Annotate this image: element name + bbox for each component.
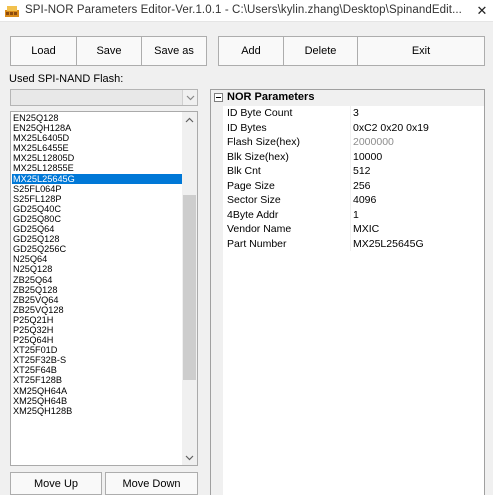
property-key: ID Bytes: [227, 121, 267, 134]
list-item[interactable]: ZB25VQ128: [12, 305, 182, 315]
list-item[interactable]: S25FL064P: [12, 184, 182, 194]
list-item[interactable]: P25Q32H: [12, 325, 182, 335]
property-key: ID Byte Count: [227, 107, 293, 119]
list-item[interactable]: XT25F64B: [12, 365, 182, 375]
exit-button[interactable]: Exit: [357, 36, 485, 66]
list-item[interactable]: XT25F01D: [12, 345, 182, 355]
scroll-down-icon[interactable]: [182, 450, 197, 465]
delete-button[interactable]: Delete: [283, 36, 358, 66]
property-key: Sector Size: [227, 194, 281, 206]
list-item[interactable]: GD25Q80C: [12, 214, 182, 224]
property-row[interactable]: ID Byte Count 3: [223, 106, 484, 121]
property-key: Blk Cnt: [227, 165, 261, 177]
flash-listbox[interactable]: EN25Q128 EN25QH128A MX25L6405D MX25L6455E MX…: [10, 111, 198, 466]
property-value[interactable]: 0xC2 0x20 0x19: [353, 122, 429, 134]
list-item[interactable]: XT25F32B-S: [12, 355, 182, 365]
property-value[interactable]: 512: [353, 165, 371, 177]
property-value[interactable]: MX25L25645G: [353, 238, 424, 250]
list-item[interactable]: GD25Q64: [12, 224, 182, 234]
property-key: Part Number: [227, 237, 287, 250]
property-row[interactable]: Blk Cnt 512: [223, 164, 484, 179]
property-row[interactable]: Page Size 256: [223, 178, 484, 193]
property-key: Flash Size(hex): [227, 136, 300, 148]
category-header[interactable]: NOR Parameters: [211, 90, 484, 106]
column-divider: [350, 178, 351, 193]
property-row[interactable]: Vendor Name MXIC: [223, 222, 484, 237]
property-row[interactable]: Flash Size(hex) 2000000: [223, 135, 484, 150]
property-row[interactable]: ID Bytes 0xC2 0x20 0x19: [223, 120, 484, 135]
list-item[interactable]: ZB25VQ64: [12, 295, 182, 305]
property-row[interactable]: Sector Size 4096: [223, 193, 484, 208]
column-divider: [350, 164, 351, 179]
flash-list-items: EN25Q128 EN25QH128A MX25L6405D MX25L6455E MX…: [12, 113, 182, 416]
app-icon: [5, 6, 19, 17]
list-item[interactable]: P25Q21H: [12, 315, 182, 325]
column-divider: [350, 222, 351, 237]
property-value[interactable]: 256: [353, 180, 371, 192]
property-key: Page Size: [227, 179, 275, 192]
list-item[interactable]: P25Q64H: [12, 335, 182, 345]
list-item[interactable]: S25FL128P: [12, 194, 182, 204]
column-divider: [350, 120, 351, 135]
grid-gutter: [211, 106, 223, 495]
property-value[interactable]: 3: [353, 107, 359, 119]
title-bar: SPI-NOR Parameters Editor-Ver.1.0.1 - C:…: [0, 0, 493, 22]
list-item[interactable]: EN25QH128A: [12, 123, 182, 133]
property-row[interactable]: Blk Size(hex) 10000: [223, 149, 484, 164]
list-item[interactable]: XT25F128B: [12, 375, 182, 385]
column-divider: [350, 236, 351, 251]
list-item[interactable]: MX25L6405D: [12, 133, 182, 143]
list-item[interactable]: MX25L12805D: [12, 153, 182, 163]
property-key: Vendor Name: [227, 223, 292, 235]
list-item[interactable]: GD25Q128: [12, 234, 182, 244]
list-item[interactable]: ZB25Q64: [12, 275, 182, 285]
property-row[interactable]: 4Byte Addr 1: [223, 207, 484, 222]
column-divider: [350, 135, 351, 150]
scroll-up-icon[interactable]: [182, 112, 197, 127]
close-icon[interactable]: ✕: [471, 0, 493, 22]
property-row[interactable]: Part Number MX25L25645G: [223, 236, 484, 251]
list-item[interactable]: MX25L12855E: [12, 163, 182, 173]
column-divider: [350, 207, 351, 222]
collapse-icon[interactable]: [214, 93, 223, 102]
property-value[interactable]: MXIC: [353, 223, 379, 235]
chevron-down-icon[interactable]: [182, 90, 197, 105]
property-grid: NOR Parameters ID Byte Count 3 ID Bytes 0xC…: [210, 89, 485, 495]
flash-combo[interactable]: [10, 89, 198, 106]
add-button[interactable]: Add: [218, 36, 284, 66]
property-value[interactable]: 4096: [353, 194, 376, 206]
list-item[interactable]: EN25Q128: [12, 113, 182, 123]
vertical-scrollbar[interactable]: [182, 112, 197, 465]
category-label: NOR Parameters: [227, 91, 315, 103]
list-item[interactable]: ZB25Q128: [12, 285, 182, 295]
move-down-button[interactable]: Move Down: [105, 472, 198, 495]
property-value[interactable]: 1: [353, 209, 359, 221]
save-as-button[interactable]: Save as: [141, 36, 207, 66]
move-up-button[interactable]: Move Up: [10, 472, 102, 495]
scroll-thumb[interactable]: [183, 195, 196, 380]
list-item[interactable]: GD25Q256C: [12, 244, 182, 254]
list-item[interactable]: GD25Q40C: [12, 204, 182, 214]
property-value[interactable]: 10000: [353, 151, 382, 163]
used-flash-label: Used SPI-NAND Flash:: [9, 73, 124, 85]
property-value[interactable]: 2000000: [353, 136, 394, 148]
save-button[interactable]: Save: [76, 36, 142, 66]
list-item[interactable]: XM25QH64A: [12, 386, 182, 396]
load-button[interactable]: Load: [10, 36, 77, 66]
column-divider: [350, 149, 351, 164]
list-item[interactable]: N25Q64: [12, 254, 182, 264]
property-key: 4Byte Addr: [227, 208, 279, 221]
list-item[interactable]: XM25QH64B: [12, 396, 182, 406]
window-title: SPI-NOR Parameters Editor-Ver.1.0.1 - C:…: [25, 4, 462, 16]
list-item[interactable]: MX25L6455E: [12, 143, 182, 153]
property-key: Blk Size(hex): [227, 150, 289, 163]
list-item[interactable]: N25Q128: [12, 264, 182, 274]
column-divider: [350, 106, 351, 121]
column-divider: [350, 193, 351, 208]
list-item[interactable]: MX25L25645G: [12, 173, 182, 184]
list-item[interactable]: XM25QH128B: [12, 406, 182, 416]
